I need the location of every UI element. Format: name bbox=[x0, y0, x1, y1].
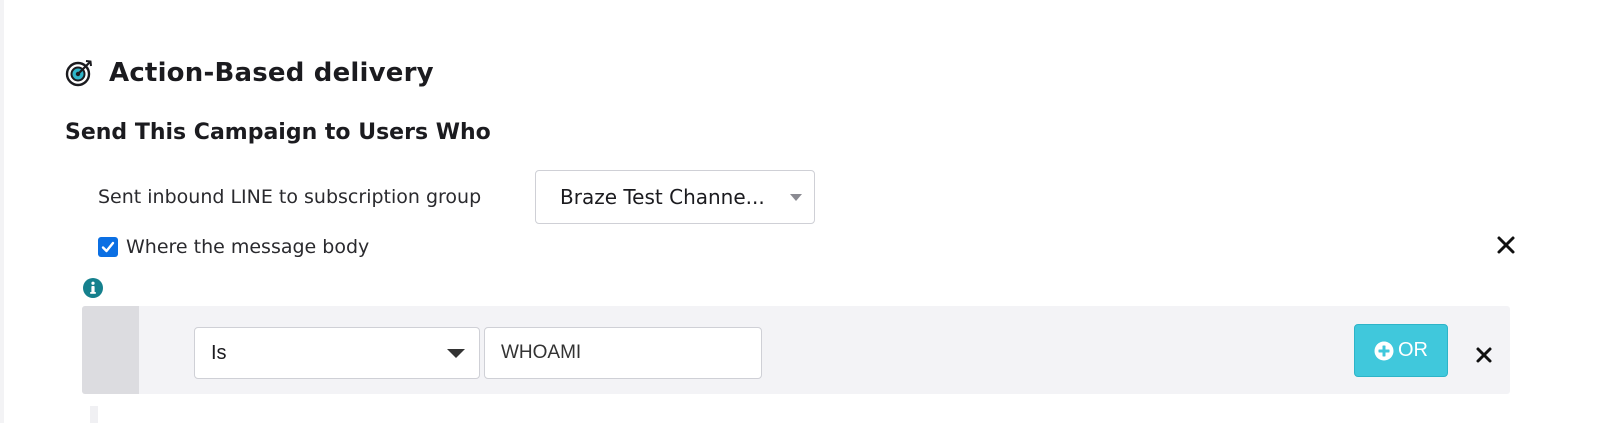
plus-circle-icon bbox=[1374, 341, 1394, 360]
remove-filter-close-icon[interactable] bbox=[1495, 234, 1517, 256]
message-body-value-input[interactable] bbox=[484, 327, 762, 379]
campaign-delivery-panel: Action-Based delivery Send This Campaign… bbox=[4, 0, 1600, 423]
subscription-group-value: Braze Test Channe... bbox=[560, 185, 765, 209]
message-body-filter-group: Is OR bbox=[82, 306, 1510, 394]
section-header: Action-Based delivery bbox=[65, 56, 434, 90]
or-button-label: OR bbox=[1398, 339, 1428, 361]
subscription-group-select[interactable]: Braze Test Channe... bbox=[535, 170, 815, 224]
audience-subheading: Send This Campaign to Users Who bbox=[65, 120, 491, 145]
remove-condition-close-icon[interactable] bbox=[1475, 346, 1493, 364]
add-or-condition-button[interactable]: OR bbox=[1354, 324, 1448, 377]
message-body-checkbox[interactable] bbox=[98, 237, 118, 257]
target-icon bbox=[65, 58, 95, 88]
checkmark-icon bbox=[101, 241, 115, 253]
operator-value: Is bbox=[211, 341, 227, 364]
operator-select[interactable]: Is bbox=[194, 327, 480, 379]
scroll-stub bbox=[90, 406, 98, 423]
filter-group-rail bbox=[82, 306, 139, 394]
section-title: Action-Based delivery bbox=[109, 58, 434, 88]
info-icon[interactable] bbox=[82, 277, 104, 299]
message-body-checkbox-label[interactable]: Where the message body bbox=[126, 236, 369, 258]
chevron-down-icon bbox=[790, 193, 802, 201]
message-body-filter-row: Where the message body bbox=[98, 236, 369, 258]
chevron-down-icon bbox=[447, 348, 465, 358]
trigger-label: Sent inbound LINE to subscription group bbox=[98, 186, 482, 208]
trigger-row: Sent inbound LINE to subscription group … bbox=[98, 170, 815, 224]
